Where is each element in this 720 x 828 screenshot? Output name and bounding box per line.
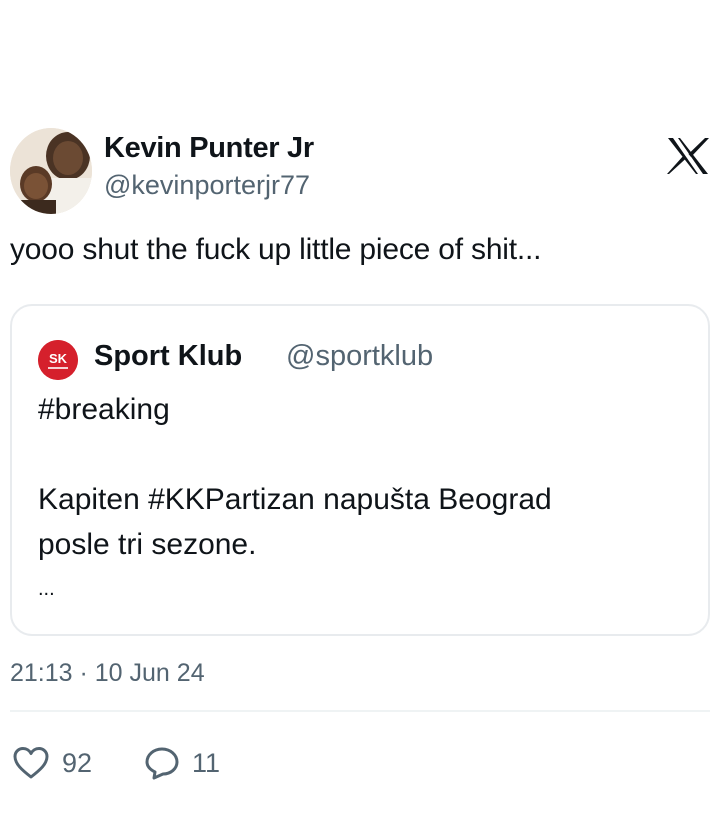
tweet-timestamp[interactable]: 21:13 · 10 Jun 24	[10, 659, 205, 688]
reply-bubble-icon	[145, 747, 179, 780]
quote-author-avatar[interactable]: SK	[38, 340, 78, 380]
quote-hashtag[interactable]: #breaking	[38, 393, 170, 427]
quote-text-line-1: Kapiten #KKPartizan napušta Beograd	[38, 483, 552, 516]
like-count: 92	[62, 747, 93, 778]
author-handle[interactable]: @kevinporterjr77	[104, 170, 310, 201]
reply-count: 11	[192, 747, 221, 778]
author-avatar[interactable]	[10, 128, 92, 214]
like-button[interactable]: 92	[12, 742, 92, 784]
quote-author-handle[interactable]: @sportklub	[286, 340, 433, 373]
quote-author-name[interactable]: Sport Klub	[94, 340, 242, 373]
tweet-card: Kevin Punter Jr @kevinporterjr77 yooo sh…	[0, 0, 720, 828]
quoted-tweet[interactable]: SK Sport Klub @sportklub #breaking Kapit…	[10, 304, 710, 636]
tweet-text: yooo shut the fuck up little piece of sh…	[10, 233, 542, 266]
quote-ellipsis: ...	[38, 578, 55, 600]
heart-icon	[13, 747, 49, 779]
quote-text-line-2: posle tri sezone.	[38, 528, 257, 561]
quote-avatar-text: SK	[49, 351, 68, 366]
avatar-photo-icon	[10, 128, 92, 214]
divider	[10, 710, 710, 712]
sport-klub-logo-icon: SK	[38, 340, 78, 380]
reply-button[interactable]: 11	[144, 742, 220, 784]
author-name[interactable]: Kevin Punter Jr	[104, 132, 314, 165]
x-logo-icon[interactable]	[666, 136, 710, 176]
